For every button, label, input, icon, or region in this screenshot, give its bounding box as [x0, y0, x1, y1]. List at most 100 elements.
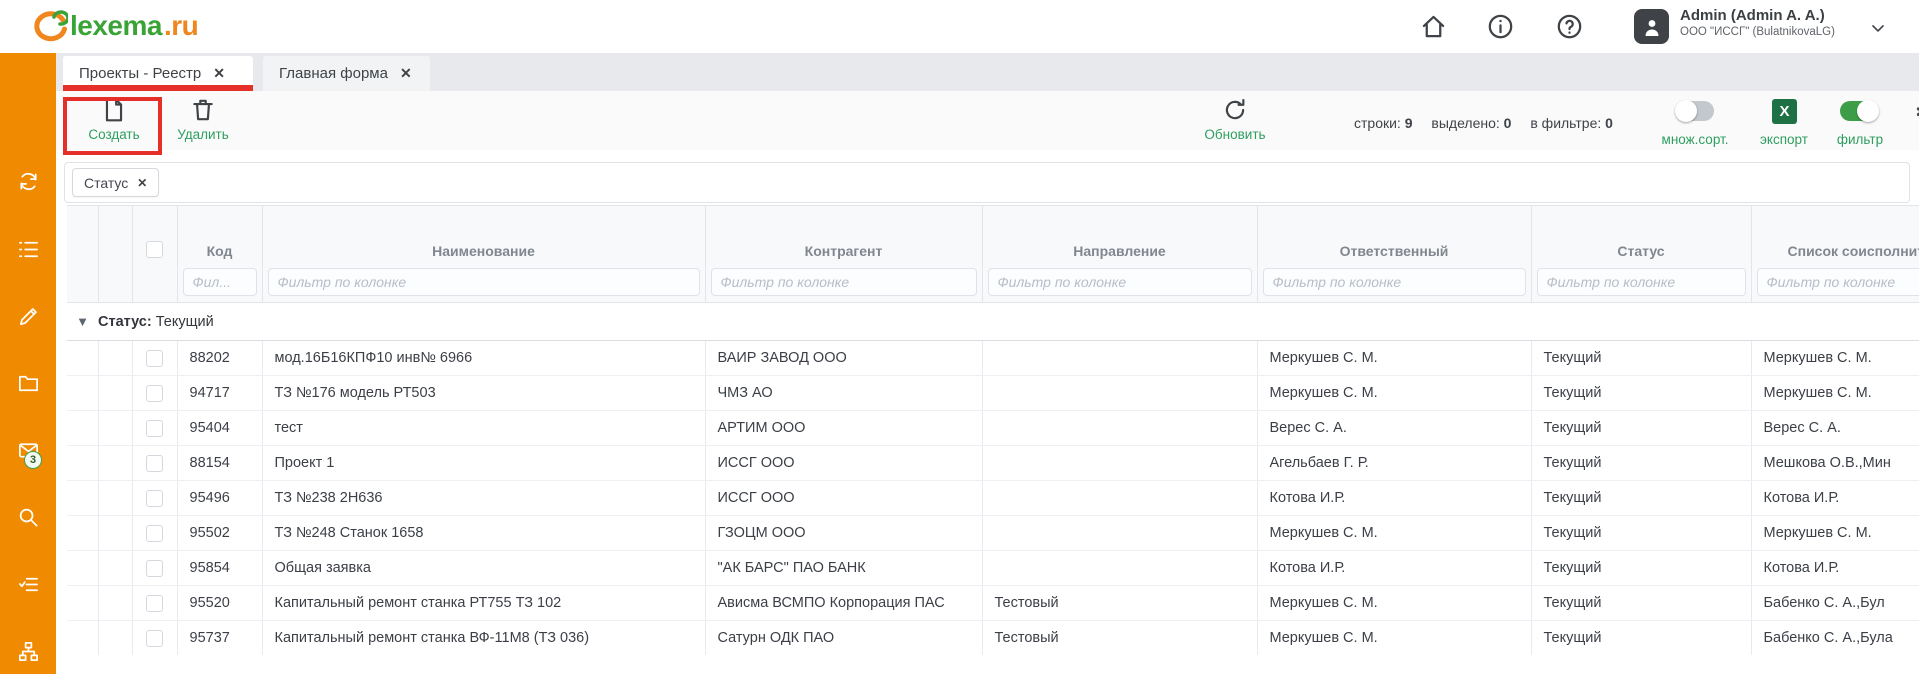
- cell-direction: [982, 551, 1257, 586]
- filter-input-coexecutors[interactable]: [1757, 268, 1919, 296]
- selected-count-value: 0: [1504, 115, 1512, 131]
- close-icon[interactable]: ✕: [400, 65, 412, 82]
- group-row-text: Статус: Текущий: [98, 303, 1919, 341]
- home-icon[interactable]: [1420, 13, 1447, 40]
- filter-input-status[interactable]: [1537, 268, 1746, 296]
- table-row[interactable]: 88202 мод.16Б16КПФ10 инв№ 6966 ВАИР ЗАВО…: [67, 341, 1919, 376]
- info-icon[interactable]: [1487, 13, 1514, 40]
- multisort-toggle-label: множ.сорт.: [1648, 132, 1742, 147]
- cell-coexecutors: Меркушев С. М.: [1751, 376, 1919, 411]
- row-checkbox[interactable]: [146, 560, 163, 577]
- user-avatar[interactable]: [1634, 9, 1669, 44]
- column-header-code[interactable]: Код: [177, 206, 262, 266]
- cell-direction: Тестовый: [982, 586, 1257, 621]
- row-checkbox[interactable]: [146, 595, 163, 612]
- cell-responsible: Меркушев С. М.: [1257, 341, 1531, 376]
- edit-icon[interactable]: [17, 305, 40, 328]
- column-header-responsible[interactable]: Ответственный: [1257, 206, 1531, 266]
- multisort-toggle[interactable]: [1676, 101, 1714, 121]
- filter-toggle[interactable]: [1840, 101, 1878, 121]
- select-all-checkbox[interactable]: [146, 241, 163, 258]
- cell-responsible: Верес С. А.: [1257, 411, 1531, 446]
- projects-table: Код Наименование Контрагент Направление …: [67, 205, 1919, 655]
- tasks-icon[interactable]: [17, 573, 40, 596]
- filtered-count-label: в фильтре:: [1530, 115, 1601, 131]
- cell-responsible: Котова И.Р.: [1257, 551, 1531, 586]
- table-filter-row: [67, 266, 1919, 303]
- filter-input-name[interactable]: [268, 268, 700, 296]
- row-checkbox[interactable]: [146, 350, 163, 367]
- export-label: экспорт: [1746, 132, 1822, 147]
- group-chip-status[interactable]: Статус ✕: [72, 168, 159, 197]
- row-checkbox[interactable]: [146, 490, 163, 507]
- group-collapse-icon[interactable]: ▼: [67, 303, 98, 341]
- tab-label: Главная форма: [279, 65, 388, 82]
- cell-responsible: Котова И.Р.: [1257, 481, 1531, 516]
- cell-name: ТЗ №176 модель РТ503: [262, 376, 705, 411]
- cell-coexecutors: Котова И.Р.: [1751, 551, 1919, 586]
- filter-input-direction[interactable]: [988, 268, 1252, 296]
- row-counters: строки: 9 выделено: 0 в фильтре: 0: [1354, 115, 1628, 131]
- row-checkbox[interactable]: [146, 630, 163, 647]
- row-checkbox[interactable]: [146, 455, 163, 472]
- table-row[interactable]: 88154 Проект 1 ИССГ ООО Агельбаев Г. Р. …: [67, 446, 1919, 481]
- tab-label: Проекты - Реестр: [79, 65, 201, 82]
- registry-icon[interactable]: [17, 238, 40, 261]
- mail-badge: 3: [24, 451, 42, 469]
- lexema-logo[interactable]: lexema.ru: [34, 9, 198, 43]
- table-row[interactable]: 95496 ТЗ №238 2Н636 ИССГ ООО Котова И.Р.…: [67, 481, 1919, 516]
- logo-text-main: lexema: [70, 10, 162, 42]
- column-header-direction[interactable]: Направление: [982, 206, 1257, 266]
- table-row[interactable]: 95737 Капитальный ремонт станка ВФ-11М8 …: [67, 621, 1919, 656]
- refresh-button[interactable]: Обновить: [1190, 97, 1280, 142]
- tab-bar: Проекты - Реестр ✕ Главная форма ✕: [56, 53, 1919, 91]
- filter-input-responsible[interactable]: [1263, 268, 1526, 296]
- sync-icon[interactable]: [17, 170, 40, 193]
- annotation-tab-underline: [63, 85, 253, 91]
- excel-export-icon[interactable]: X: [1772, 99, 1797, 124]
- cell-status: Текущий: [1531, 376, 1751, 411]
- table-row[interactable]: 95854 Общая заявка "АК БАРС" ПАО БАНК Ко…: [67, 551, 1919, 586]
- row-checkbox[interactable]: [146, 420, 163, 437]
- tab-main-form[interactable]: Главная форма ✕: [263, 56, 430, 91]
- table-row[interactable]: 94717 ТЗ №176 модель РТ503 ЧМЗ АО Меркуш…: [67, 376, 1919, 411]
- group-row-label: Статус:: [98, 314, 152, 330]
- cell-direction: [982, 376, 1257, 411]
- search-icon[interactable]: [17, 506, 40, 529]
- column-header-contractor[interactable]: Контрагент: [705, 206, 982, 266]
- cell-code: 95854: [177, 551, 262, 586]
- app-window: lexema.ru Admin (Admin A. A.) ООО "ИССГ"…: [0, 0, 1919, 674]
- row-checkbox[interactable]: [146, 385, 163, 402]
- help-icon[interactable]: [1556, 13, 1583, 40]
- close-icon[interactable]: ✕: [137, 176, 147, 190]
- cell-code: 88202: [177, 341, 262, 376]
- folder-icon[interactable]: [17, 372, 40, 395]
- chevron-down-icon[interactable]: [1868, 18, 1888, 43]
- cell-contractor: ЧМЗ АО: [705, 376, 982, 411]
- left-sidebar: 3: [0, 53, 56, 674]
- filtered-count-value: 0: [1605, 115, 1613, 131]
- gear-icon[interactable]: ⚙: [1914, 95, 1919, 130]
- cell-contractor: Сатурн ОДК ПАО: [705, 621, 982, 656]
- cell-status: Текущий: [1531, 551, 1751, 586]
- cell-status: Текущий: [1531, 446, 1751, 481]
- row-checkbox[interactable]: [146, 525, 163, 542]
- filter-toggle-label: фильтр: [1818, 132, 1902, 147]
- user-info[interactable]: Admin (Admin A. A.) ООО "ИССГ" (Bulatnik…: [1680, 7, 1865, 38]
- cell-contractor: ИССГ ООО: [705, 446, 982, 481]
- filter-input-contractor[interactable]: [711, 268, 977, 296]
- close-icon[interactable]: ✕: [213, 65, 225, 82]
- filter-input-code[interactable]: [183, 268, 257, 296]
- table-row[interactable]: 95502 ТЗ №248 Станок 1658 ГЗОЦМ ООО Мерк…: [67, 516, 1919, 551]
- hierarchy-icon[interactable]: [17, 640, 40, 663]
- table-row[interactable]: 95520 Капитальный ремонт станка РТ755 ТЗ…: [67, 586, 1919, 621]
- table-row[interactable]: 95404 тест АРТИМ ООО Верес С. А. Текущий…: [67, 411, 1919, 446]
- column-header-name[interactable]: Наименование: [262, 206, 705, 266]
- column-header-status[interactable]: Статус: [1531, 206, 1751, 266]
- delete-button[interactable]: Удалить: [166, 97, 240, 142]
- selected-count-label: выделено:: [1431, 115, 1499, 131]
- cell-name: Капитальный ремонт станка РТ755 ТЗ 102: [262, 586, 705, 621]
- cell-coexecutors: Верес С. А.: [1751, 411, 1919, 446]
- column-header-coexecutors[interactable]: Список соисполнителей: [1751, 206, 1919, 266]
- cell-coexecutors: Меркушев С. М.: [1751, 516, 1919, 551]
